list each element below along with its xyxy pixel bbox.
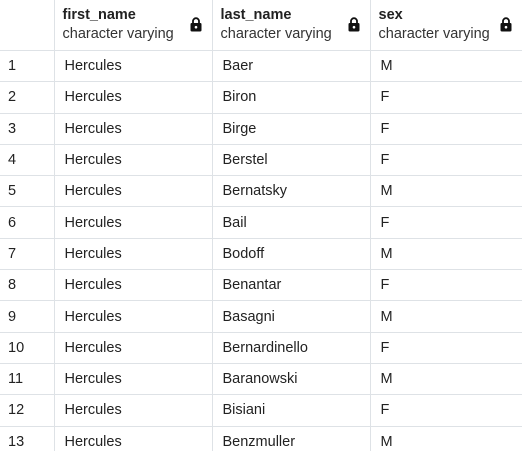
cell-first-name[interactable]: Hercules (54, 426, 213, 451)
row-number-header[interactable] (0, 0, 55, 51)
row-number[interactable]: 5 (0, 175, 55, 208)
table-row[interactable]: 3 Hercules Birge F (0, 113, 522, 145)
table-row[interactable]: 8 Hercules Benantar F (0, 269, 522, 302)
cell-last-name[interactable]: Baranowski (212, 363, 371, 396)
lock-icon (190, 17, 201, 32)
cell-last-name[interactable]: Bernardinello (212, 332, 371, 364)
row-number[interactable]: 1 (0, 50, 55, 83)
cell-first-name[interactable]: Hercules (54, 206, 213, 239)
row-number[interactable]: 2 (0, 81, 55, 114)
cell-first-name[interactable]: Hercules (54, 363, 213, 396)
table-row[interactable]: 5 Hercules Bernatsky M (0, 175, 522, 208)
table-row[interactable]: 13 Hercules Benzmuller M (0, 426, 522, 451)
table-row[interactable]: 2 Hercules Biron F (0, 81, 522, 114)
table-row[interactable]: 12 Hercules Bisiani F (0, 394, 522, 427)
cell-sex[interactable]: F (370, 332, 522, 364)
column-type: character varying (62, 26, 174, 42)
column-header-first-name[interactable]: first_name character varying (54, 0, 213, 51)
row-number[interactable]: 7 (0, 238, 55, 271)
row-number[interactable]: 12 (0, 394, 55, 427)
cell-first-name[interactable]: Hercules (54, 81, 213, 114)
row-number[interactable]: 10 (0, 332, 55, 364)
cell-last-name[interactable]: Biron (212, 81, 371, 114)
cell-last-name[interactable]: Birge (212, 113, 371, 145)
row-number[interactable]: 11 (0, 363, 55, 396)
column-type: character varying (378, 26, 490, 42)
cell-sex[interactable]: F (370, 269, 522, 302)
cell-last-name[interactable]: Bail (212, 206, 371, 239)
cell-sex[interactable]: F (370, 144, 522, 177)
cell-last-name[interactable]: Baer (212, 50, 371, 83)
table-row[interactable]: 7 Hercules Bodoff M (0, 238, 522, 271)
cell-sex[interactable]: F (370, 81, 522, 114)
table-row[interactable]: 1 Hercules Baer M (0, 50, 522, 83)
column-name: last_name (220, 7, 292, 23)
cell-sex[interactable]: M (370, 426, 522, 451)
cell-sex[interactable]: M (370, 300, 522, 333)
cell-sex[interactable]: F (370, 113, 522, 145)
row-number[interactable]: 9 (0, 300, 55, 333)
cell-sex[interactable]: F (370, 206, 522, 239)
cell-first-name[interactable]: Hercules (54, 332, 213, 364)
lock-icon (348, 17, 359, 32)
cell-sex[interactable]: M (370, 175, 522, 208)
cell-first-name[interactable]: Hercules (54, 144, 213, 177)
cell-first-name[interactable]: Hercules (54, 238, 213, 271)
column-header-sex[interactable]: sex character varying (370, 0, 522, 51)
row-number[interactable]: 8 (0, 269, 55, 302)
cell-first-name[interactable]: Hercules (54, 175, 213, 208)
cell-sex[interactable]: M (370, 50, 522, 83)
cell-sex[interactable]: M (370, 238, 522, 271)
row-number[interactable]: 3 (0, 113, 55, 145)
cell-sex[interactable]: F (370, 394, 522, 427)
column-header-last-name[interactable]: last_name character varying (212, 0, 371, 51)
data-table: first_name character varying last_name c… (0, 0, 522, 451)
cell-last-name[interactable]: Benantar (212, 269, 371, 302)
column-type: character varying (220, 26, 332, 42)
table-row[interactable]: 4 Hercules Berstel F (0, 144, 522, 177)
header-row: first_name character varying last_name c… (0, 0, 522, 51)
table-row[interactable]: 10 Hercules Bernardinello F (0, 332, 522, 364)
cell-last-name[interactable]: Benzmuller (212, 426, 371, 451)
result-grid: first_name character varying last_name c… (0, 0, 522, 451)
cell-last-name[interactable]: Bodoff (212, 238, 371, 271)
cell-first-name[interactable]: Hercules (54, 300, 213, 333)
table-row[interactable]: 6 Hercules Bail F (0, 206, 522, 239)
table-row[interactable]: 9 Hercules Basagni M (0, 300, 522, 333)
row-number[interactable]: 4 (0, 144, 55, 177)
cell-first-name[interactable]: Hercules (54, 50, 213, 83)
cell-first-name[interactable]: Hercules (54, 269, 213, 302)
column-name: first_name (62, 7, 136, 23)
cell-sex[interactable]: M (370, 363, 522, 396)
cell-first-name[interactable]: Hercules (54, 113, 213, 145)
cell-last-name[interactable]: Bernatsky (212, 175, 371, 208)
cell-last-name[interactable]: Basagni (212, 300, 371, 333)
row-number[interactable]: 13 (0, 426, 55, 451)
cell-last-name[interactable]: Bisiani (212, 394, 371, 427)
lock-icon (500, 17, 511, 32)
row-number[interactable]: 6 (0, 206, 55, 239)
cell-first-name[interactable]: Hercules (54, 394, 213, 427)
column-name: sex (378, 7, 403, 23)
table-row[interactable]: 11 Hercules Baranowski M (0, 363, 522, 396)
cell-last-name[interactable]: Berstel (212, 144, 371, 177)
